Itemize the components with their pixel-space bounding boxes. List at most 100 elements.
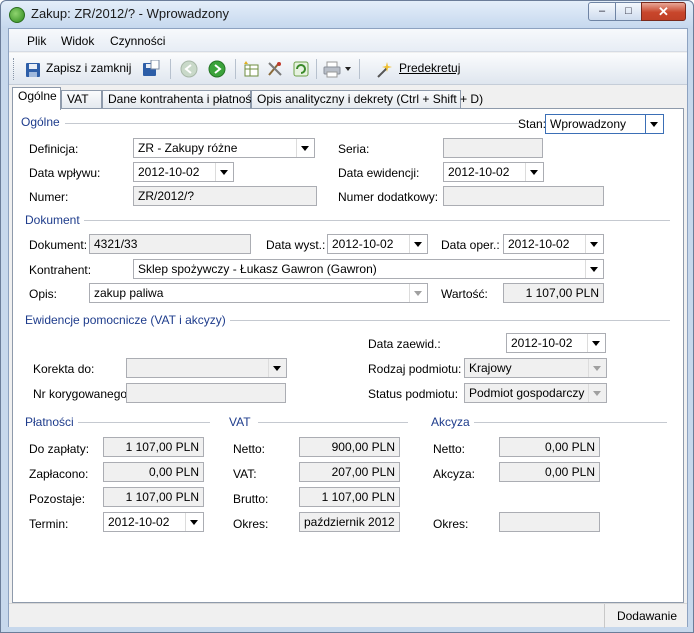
series-label: Seria: <box>338 142 370 156</box>
to-pay-field[interactable]: 1 107,00 PLN <box>103 437 204 457</box>
section-divider <box>213 320 670 321</box>
vat-net-field[interactable]: 900,00 PLN <box>299 437 400 457</box>
back-icon[interactable] <box>180 60 198 78</box>
forward-icon[interactable] <box>208 60 226 78</box>
chevron-down-icon[interactable] <box>296 139 314 157</box>
number-field[interactable]: ZR/2012/? <box>133 186 317 206</box>
document-field[interactable]: 4321/33 <box>89 234 251 254</box>
entity-type-value: Krajowy <box>469 361 512 375</box>
number-label: Numer: <box>29 190 69 204</box>
operation-date-value: 2012-10-02 <box>508 237 570 251</box>
excise-net-field[interactable]: 0,00 PLN <box>499 437 600 457</box>
tools-icon[interactable] <box>266 60 284 78</box>
chevron-down-icon[interactable] <box>588 359 606 377</box>
save-icon <box>26 63 40 77</box>
series-field[interactable] <box>443 138 543 158</box>
entity-type-select[interactable]: Krajowy <box>464 358 607 378</box>
status-bar: Dodawanie <box>9 603 687 628</box>
vat-net-label: Netto: <box>233 442 266 456</box>
excise-amount-field[interactable]: 0,00 PLN <box>499 462 600 482</box>
section-excise-title: Akcyza <box>431 415 474 429</box>
save-new-icon[interactable] <box>142 60 160 78</box>
paid-field[interactable]: 0,00 PLN <box>103 462 204 482</box>
menu-actions[interactable]: Czynności <box>110 34 165 48</box>
vat-period-label: Okres: <box>233 517 269 531</box>
maximize-button[interactable]: □ <box>615 2 642 21</box>
status-separator <box>604 604 605 628</box>
excise-period-label: Okres: <box>433 517 469 531</box>
add-grid-icon[interactable] <box>243 60 261 78</box>
menu-view[interactable]: Widok <box>61 34 94 48</box>
maximize-icon: □ <box>625 5 632 17</box>
extra-number-field[interactable] <box>443 186 604 206</box>
receipt-date-label: Data wpływu: <box>29 166 101 180</box>
extra-number-label: Numer dodatkowy: <box>338 190 439 204</box>
title-bar[interactable]: Zakup: ZR/2012/? - Wprowadzony ‒ □ ✕ <box>1 1 693 28</box>
tab-contractor[interactable]: Dane kontrahenta i płatności <box>102 90 260 109</box>
contractor-value: Sklep spożywczy - Łukasz Gawron (Gawron) <box>138 262 377 276</box>
chevron-down-icon[interactable] <box>268 359 286 377</box>
remaining-label: Pozostaje: <box>29 492 86 506</box>
section-divider <box>65 123 520 124</box>
value-field[interactable]: 1 107,00 PLN <box>503 283 604 303</box>
definition-select[interactable]: ZR - Zakupy różne <box>133 138 315 158</box>
save-close-button[interactable]: Zapisz i zamknij <box>19 57 159 81</box>
chevron-down-icon[interactable] <box>585 235 603 253</box>
tab-analytics[interactable]: Opis analityczny i dekrety (Ctrl + Shift… <box>251 90 483 109</box>
chevron-down-icon[interactable] <box>588 384 606 402</box>
chevron-down-icon[interactable] <box>645 115 663 133</box>
operation-date-label: Data oper.: <box>441 238 500 252</box>
state-value: Wprowadzony <box>550 117 627 131</box>
value-label: Wartość: <box>441 287 488 301</box>
receipt-date-value: 2012-10-02 <box>138 165 200 179</box>
section-divider <box>77 422 210 423</box>
window-title: Zakup: ZR/2012/? - Wprowadzony <box>31 6 229 21</box>
contractor-select[interactable]: Sklep spożywczy - Łukasz Gawron (Gawron) <box>133 259 604 279</box>
remaining-field[interactable]: 1 107,00 PLN <box>103 487 204 507</box>
chevron-down-icon[interactable] <box>409 235 427 253</box>
vat-amount-field[interactable]: 207,00 PLN <box>299 462 400 482</box>
predecree-button[interactable]: Predekretuj <box>369 57 469 81</box>
issue-date-picker[interactable]: 2012-10-02 <box>327 234 428 254</box>
section-general-title: Ogólne <box>21 115 64 129</box>
entity-type-label: Rodzaj podmiotu: <box>368 362 462 376</box>
operation-date-picker[interactable]: 2012-10-02 <box>503 234 604 254</box>
description-field[interactable]: zakup paliwa <box>89 283 428 303</box>
chevron-down-icon[interactable] <box>409 284 427 302</box>
registry-date-value: 2012-10-02 <box>448 165 510 179</box>
excise-net-label: Netto: <box>433 442 466 456</box>
corrected-number-field[interactable] <box>126 383 286 403</box>
refresh-icon[interactable] <box>292 60 310 78</box>
tab-vat[interactable]: VAT <box>61 90 102 109</box>
print-dropdown-icon[interactable] <box>345 67 351 71</box>
app-icon <box>9 7 25 23</box>
entity-status-select[interactable]: Podmiot gospodarczy <box>464 383 607 403</box>
close-button[interactable]: ✕ <box>641 2 686 21</box>
print-icon[interactable] <box>323 60 341 78</box>
description-value: zakup paliwa <box>94 286 164 300</box>
vat-period-field[interactable]: październik 2012 <box>299 512 400 532</box>
correction-select[interactable] <box>126 358 287 378</box>
registered-date-label: Data zaewid.: <box>368 337 441 351</box>
registered-date-picker[interactable]: 2012-10-02 <box>506 333 606 353</box>
toolbar-separator <box>316 59 317 79</box>
section-aux-title: Ewidencje pomocnicze (VAT i akcyzy) <box>25 313 230 327</box>
chevron-down-icon[interactable] <box>185 513 203 531</box>
state-select[interactable]: Wprowadzony <box>545 114 664 134</box>
tab-general[interactable]: Ogólne <box>12 87 61 110</box>
chevron-down-icon[interactable] <box>585 260 603 278</box>
receipt-date-picker[interactable]: 2012-10-02 <box>133 162 234 182</box>
issue-date-label: Data wyst.: <box>266 238 326 252</box>
state-label: Stan: <box>518 117 547 131</box>
vat-gross-field[interactable]: 1 107,00 PLN <box>299 487 400 507</box>
contractor-label: Kontrahent: <box>29 263 92 277</box>
minimize-button[interactable]: ‒ <box>588 2 616 21</box>
chevron-down-icon[interactable] <box>525 163 543 181</box>
chevron-down-icon[interactable] <box>215 163 233 181</box>
excise-amount-label: Akcyza: <box>433 467 476 481</box>
registry-date-picker[interactable]: 2012-10-02 <box>443 162 544 182</box>
due-date-picker[interactable]: 2012-10-02 <box>103 512 204 532</box>
excise-period-field[interactable] <box>499 512 600 532</box>
chevron-down-icon[interactable] <box>587 334 605 352</box>
menu-file[interactable]: Plik <box>27 34 46 48</box>
